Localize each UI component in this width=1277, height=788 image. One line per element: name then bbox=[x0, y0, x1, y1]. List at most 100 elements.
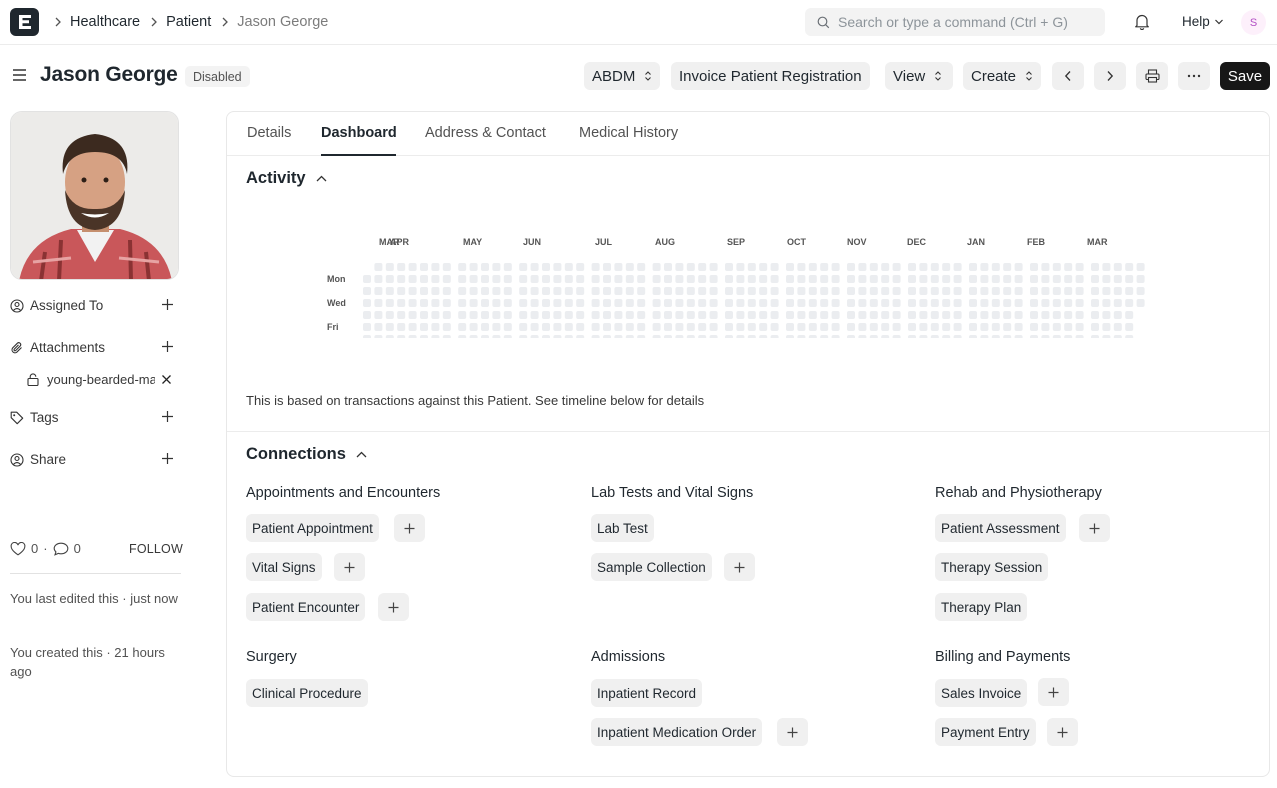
heatmap-cell bbox=[1052, 311, 1061, 319]
heatmap-cell bbox=[675, 335, 684, 338]
link-patient-assessment[interactable]: Patient Assessment bbox=[935, 514, 1066, 542]
heatmap-cell bbox=[869, 311, 878, 319]
save-button[interactable]: Save bbox=[1220, 62, 1270, 90]
heatmap-cell bbox=[908, 311, 916, 319]
previous-record-button[interactable] bbox=[1052, 62, 1084, 90]
user-avatar[interactable]: S bbox=[1241, 10, 1266, 35]
heatmap-cell bbox=[858, 311, 867, 319]
heatmap-cell bbox=[686, 335, 695, 338]
heatmap-cell bbox=[469, 335, 478, 338]
heatmap-cell bbox=[881, 275, 890, 283]
add-tag-icon[interactable] bbox=[161, 410, 174, 423]
heatmap-cell bbox=[385, 275, 394, 283]
likes-comments: 0 · 0 bbox=[10, 541, 81, 556]
heatmap-cell bbox=[747, 323, 756, 331]
breadcrumb-healthcare[interactable]: Healthcare bbox=[70, 14, 140, 30]
heatmap-cell bbox=[808, 299, 817, 307]
chevron-up-icon bbox=[356, 451, 367, 458]
search-input[interactable] bbox=[838, 14, 1088, 30]
heatmap-cell bbox=[831, 275, 840, 283]
link-clinical-procedure[interactable]: Clinical Procedure bbox=[246, 679, 368, 707]
view-dropdown-button[interactable]: View bbox=[885, 62, 953, 90]
link-patient-encounter[interactable]: Patient Encounter bbox=[246, 593, 366, 621]
attachment-item[interactable]: young-bearded-man-with-striped-shirt.jpg bbox=[27, 372, 185, 387]
add-attachment-icon[interactable] bbox=[161, 340, 174, 353]
create-label: Create bbox=[971, 67, 1017, 85]
heatmap-cell bbox=[503, 263, 512, 271]
heatmap-cell bbox=[363, 299, 371, 307]
patient-photo[interactable] bbox=[10, 111, 179, 280]
link-sample-collection[interactable]: Sample Collection bbox=[591, 553, 712, 581]
heatmap-cell bbox=[858, 323, 867, 331]
heatmap-cell bbox=[374, 335, 383, 338]
activity-section-header[interactable]: Activity bbox=[246, 169, 327, 188]
heatmap-cell bbox=[858, 263, 867, 271]
heatmap-cell bbox=[759, 287, 768, 295]
connections-section-header[interactable]: Connections bbox=[246, 445, 367, 464]
add-patient-appointment-button[interactable] bbox=[394, 514, 425, 542]
tab-dashboard[interactable]: Dashboard bbox=[321, 125, 397, 141]
heatmap-cell bbox=[1064, 275, 1073, 283]
link-lab-test[interactable]: Lab Test bbox=[591, 514, 654, 542]
heatmap-cell bbox=[1064, 335, 1073, 338]
add-inpatient-medication-order-button[interactable] bbox=[777, 718, 808, 746]
search-bar[interactable] bbox=[805, 8, 1105, 36]
abdm-dropdown-button[interactable]: ABDM bbox=[584, 62, 660, 90]
add-share-icon[interactable] bbox=[161, 452, 174, 465]
help-menu[interactable]: Help bbox=[1182, 14, 1224, 29]
breadcrumb-current[interactable]: Jason George bbox=[237, 14, 328, 30]
heatmap-cell bbox=[603, 263, 611, 271]
next-record-button[interactable] bbox=[1094, 62, 1126, 90]
heatmap-cell bbox=[1102, 311, 1111, 319]
notification-bell-icon[interactable] bbox=[1134, 13, 1150, 33]
link-inpatient-medication-order[interactable]: Inpatient Medication Order bbox=[591, 718, 763, 746]
heatmap-cell bbox=[458, 263, 467, 271]
link-sales-invoice[interactable]: Sales Invoice bbox=[935, 679, 1028, 707]
tab-details[interactable]: Details bbox=[247, 125, 291, 141]
heatmap-cell bbox=[576, 311, 585, 319]
breadcrumb-patient[interactable]: Patient bbox=[166, 14, 211, 30]
invoice-patient-registration-button[interactable]: Invoice Patient Registration bbox=[671, 62, 870, 90]
add-vital-signs-button[interactable] bbox=[334, 553, 365, 581]
create-dropdown-button[interactable]: Create bbox=[963, 62, 1041, 90]
more-options-button[interactable] bbox=[1178, 62, 1210, 90]
link-payment-entry[interactable]: Payment Entry bbox=[935, 718, 1036, 746]
tab-address-contact[interactable]: Address & Contact bbox=[425, 125, 546, 141]
link-therapy-plan[interactable]: Therapy Plan bbox=[935, 593, 1028, 621]
heart-icon[interactable] bbox=[10, 541, 26, 556]
link-inpatient-record[interactable]: Inpatient Record bbox=[591, 679, 703, 707]
add-sample-collection-button[interactable] bbox=[724, 553, 755, 581]
heatmap-cell bbox=[492, 323, 501, 331]
tab-medical-history[interactable]: Medical History bbox=[579, 125, 678, 141]
add-assignment-icon[interactable] bbox=[161, 298, 174, 311]
tags-row: Tags bbox=[10, 410, 178, 425]
link-therapy-session[interactable]: Therapy Session bbox=[935, 553, 1049, 581]
print-button[interactable] bbox=[1136, 62, 1168, 90]
heatmap-day-label: Fri bbox=[327, 322, 339, 332]
remove-attachment-icon[interactable] bbox=[161, 374, 172, 385]
heatmap-cell bbox=[930, 299, 939, 307]
heatmap-cell bbox=[725, 311, 733, 319]
heatmap-cell bbox=[1014, 275, 1023, 283]
heatmap-cell bbox=[980, 335, 989, 338]
heatmap-cell bbox=[1030, 263, 1038, 271]
follow-button[interactable]: FOLLOW bbox=[129, 542, 183, 556]
link-patient-appointment[interactable]: Patient Appointment bbox=[246, 514, 379, 542]
add-sales-invoice-button[interactable] bbox=[1038, 678, 1069, 706]
link-vital-signs[interactable]: Vital Signs bbox=[246, 553, 322, 581]
heatmap-cell bbox=[564, 287, 573, 295]
sidebar-toggle-icon[interactable] bbox=[12, 68, 27, 85]
lock-icon bbox=[27, 373, 39, 386]
heatmap-cell bbox=[797, 323, 806, 331]
heatmap-cell bbox=[1136, 287, 1145, 295]
add-patient-encounter-button[interactable] bbox=[378, 593, 409, 621]
app-logo[interactable] bbox=[10, 8, 39, 36]
heatmap-cell bbox=[363, 323, 371, 331]
heatmap-cell bbox=[1125, 275, 1134, 283]
heatmap-cell bbox=[847, 335, 855, 338]
comment-icon[interactable] bbox=[53, 542, 69, 556]
attachment-filename[interactable]: young-bearded-man-with-striped-shirt.jpg bbox=[47, 372, 155, 387]
add-payment-entry-button[interactable] bbox=[1047, 718, 1078, 746]
add-patient-assessment-button[interactable] bbox=[1079, 514, 1110, 542]
heatmap-cell bbox=[664, 263, 672, 271]
